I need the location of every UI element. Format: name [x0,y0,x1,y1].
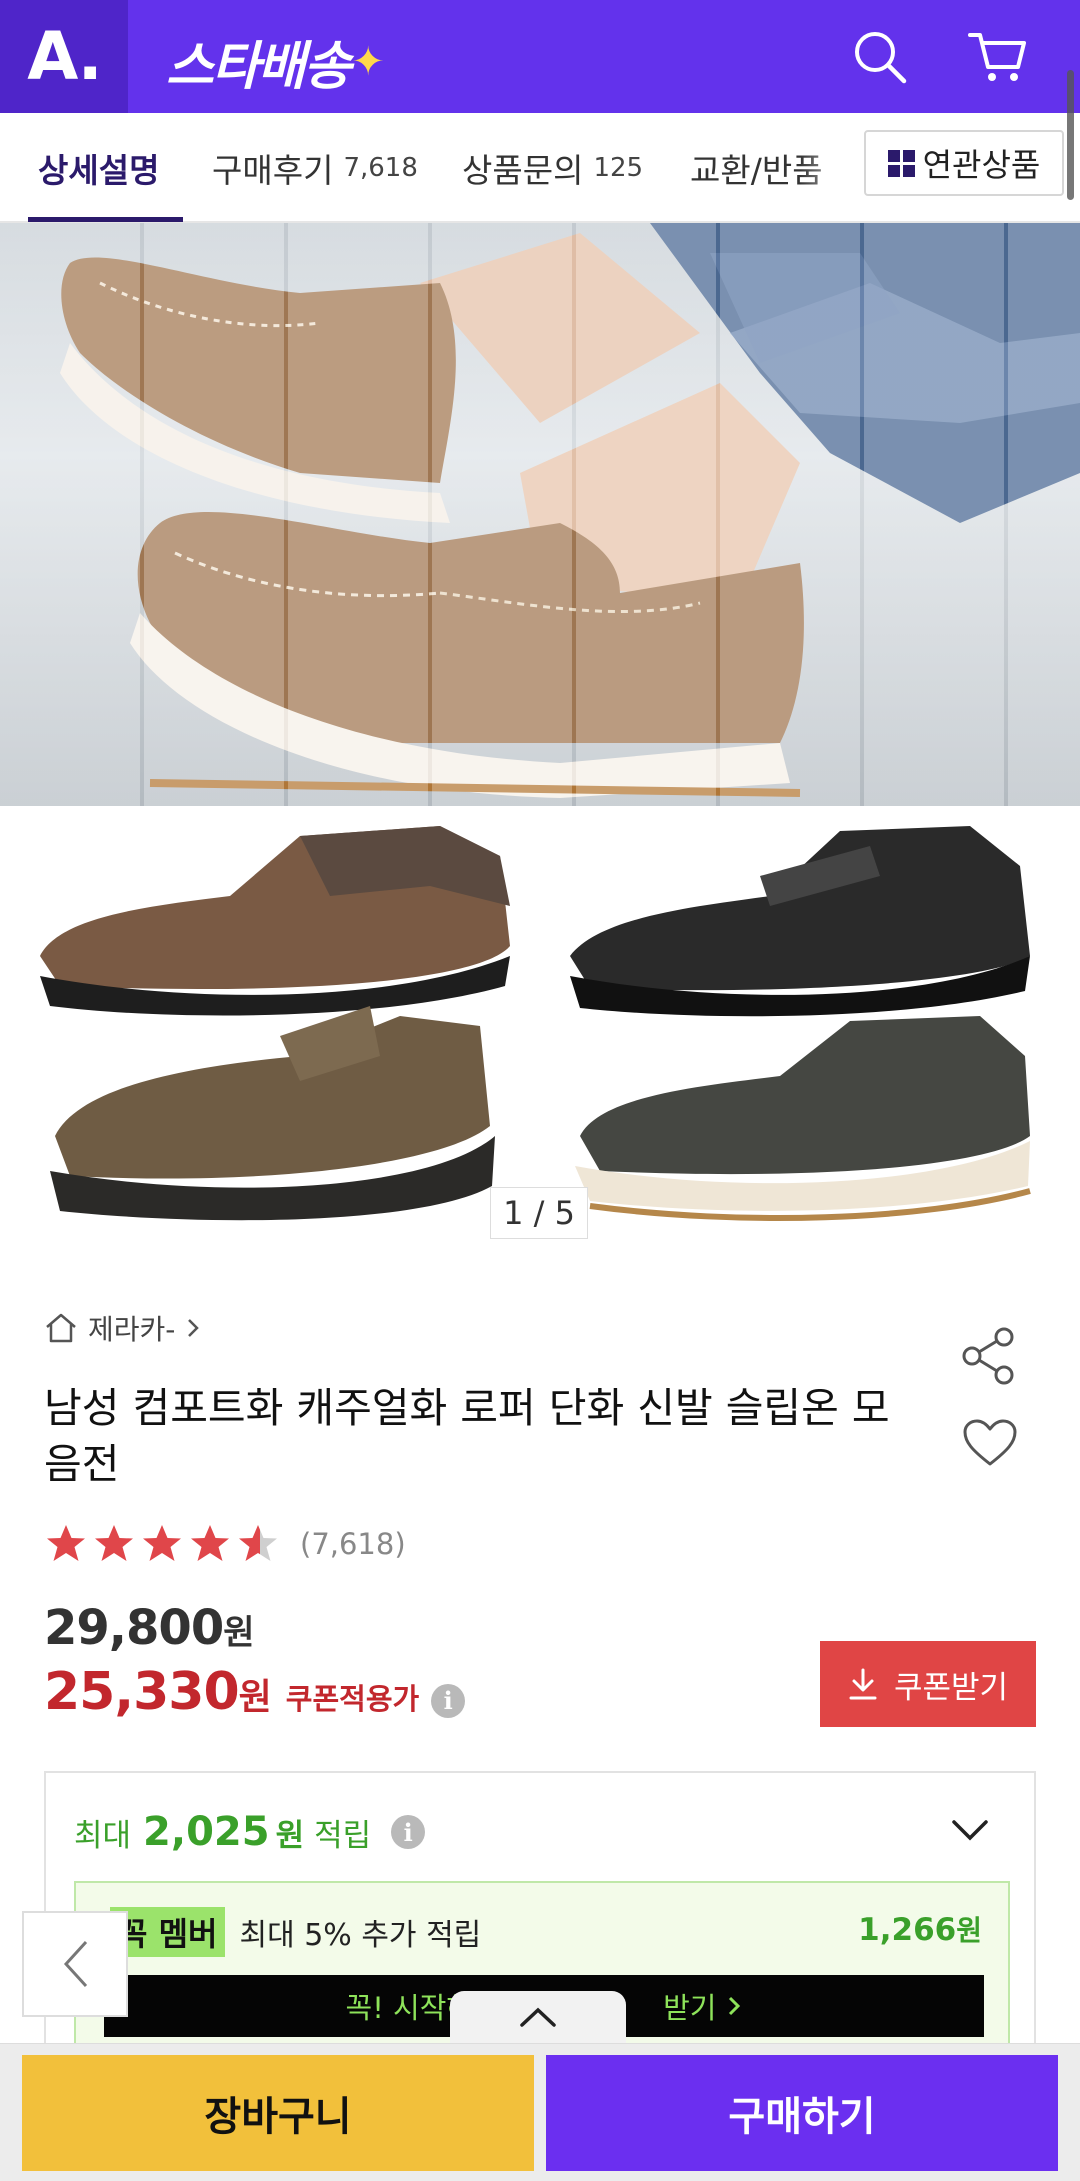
brand-text: 스타배송 [166,37,351,97]
cart-icon[interactable] [963,22,1033,92]
chevron-left-icon [63,1940,88,1988]
original-price: 29,800원 [44,1600,255,1656]
scrollbar[interactable] [1067,70,1074,200]
tab-label: 상품문의 [462,151,584,190]
star-icon [95,1525,133,1561]
coupon-price-label: 쿠폰적용가 [285,1682,420,1716]
info-icon[interactable]: i [431,1683,466,1718]
product-hero-image[interactable] [0,223,1080,806]
points-prefix: 최대 [74,1817,132,1854]
tab-label: 구매후기 [212,151,334,190]
grid-icon [887,149,915,177]
sale-price-value: 25,330 [44,1662,240,1722]
detail-tabs: 상세설명 구매후기 7,618 상품문의 125 교환/반품 연관상품 [0,113,1080,223]
chevron-down-icon[interactable] [950,1817,990,1847]
tab-detail[interactable]: 상세설명 [38,113,159,223]
member-amount-value: 1,266 [858,1912,957,1948]
logo-text: A. [27,18,102,95]
coupon-download-button[interactable]: 쿠폰받기 [820,1641,1036,1727]
related-products-button[interactable]: 연관상품 [864,130,1064,196]
related-products-label: 연관상품 [922,146,1041,184]
home-icon [46,1313,76,1343]
bottom-action-bar: 장바구니 구매하기 [0,2043,1080,2181]
logo[interactable]: A. [0,0,128,113]
review-count: (7,618) [300,1527,406,1561]
app-header: A. 스타배송 ✦ [0,0,1080,113]
points-unit: 원 [275,1817,305,1854]
won-unit: 원 [238,1677,272,1718]
won-unit: 원 [223,1613,254,1653]
star-delivery-brand[interactable]: 스타배송 ✦ [166,24,385,99]
sale-price: 25,330 원 쿠폰적용가 i [44,1662,466,1722]
tab-count: 7,618 [343,153,418,183]
max-points[interactable]: 최대 2,025 원 적립 i [74,1809,426,1855]
expand-tab[interactable] [450,1991,626,2043]
rating[interactable]: (7,618) [44,1522,406,1566]
member-bar-right: 받기 [663,1991,717,2025]
chevron-right-icon [188,1319,200,1337]
coupon-button-label: 쿠폰받기 [893,1669,1009,1706]
share-icon[interactable] [960,1326,1018,1390]
heart-icon[interactable] [962,1418,1018,1472]
tab-reviews[interactable]: 구매후기 7,618 [212,113,418,223]
add-to-cart-button[interactable]: 장바구니 [22,2055,534,2171]
download-icon [849,1668,877,1700]
member-text: 최대 5% 추가 적립 [239,1918,482,1953]
star-icon [143,1525,181,1561]
member-amount: 1,266원 [858,1909,982,1949]
active-tab-indicator [28,217,183,222]
back-button[interactable] [22,1911,128,2017]
tab-count: 125 [593,153,644,183]
tab-inquiries[interactable]: 상품문의 125 [462,113,643,223]
info-icon[interactable]: i [391,1815,426,1849]
product-title: 남성 컴포트화 캐주얼화 로퍼 단화 신발 슬립온 모음전 [44,1384,890,1488]
star-icon [191,1525,229,1561]
store-name: 제라카- [88,1313,176,1346]
won-unit: 원 [956,1914,982,1947]
image-counter: 1 / 5 [490,1187,588,1239]
search-icon[interactable] [845,22,915,92]
store-link[interactable]: 제라카- [44,1308,201,1348]
chevron-right-icon [729,1996,741,2016]
original-price-value: 29,800 [44,1600,224,1656]
points-amount: 2,025 [143,1809,270,1855]
member-tag: 꼭 멤버 최대 5% 추가 적립 [110,1907,481,1957]
tab-fade [800,113,864,221]
star-icon [47,1525,85,1561]
half-star-icon [239,1525,277,1561]
tab-label: 상세설명 [38,151,160,190]
sparkle-icon: ✦ [351,38,384,85]
chevron-up-icon [520,2007,556,2027]
buy-now-button[interactable]: 구매하기 [546,2055,1058,2171]
points-suffix: 적립 [314,1817,372,1854]
